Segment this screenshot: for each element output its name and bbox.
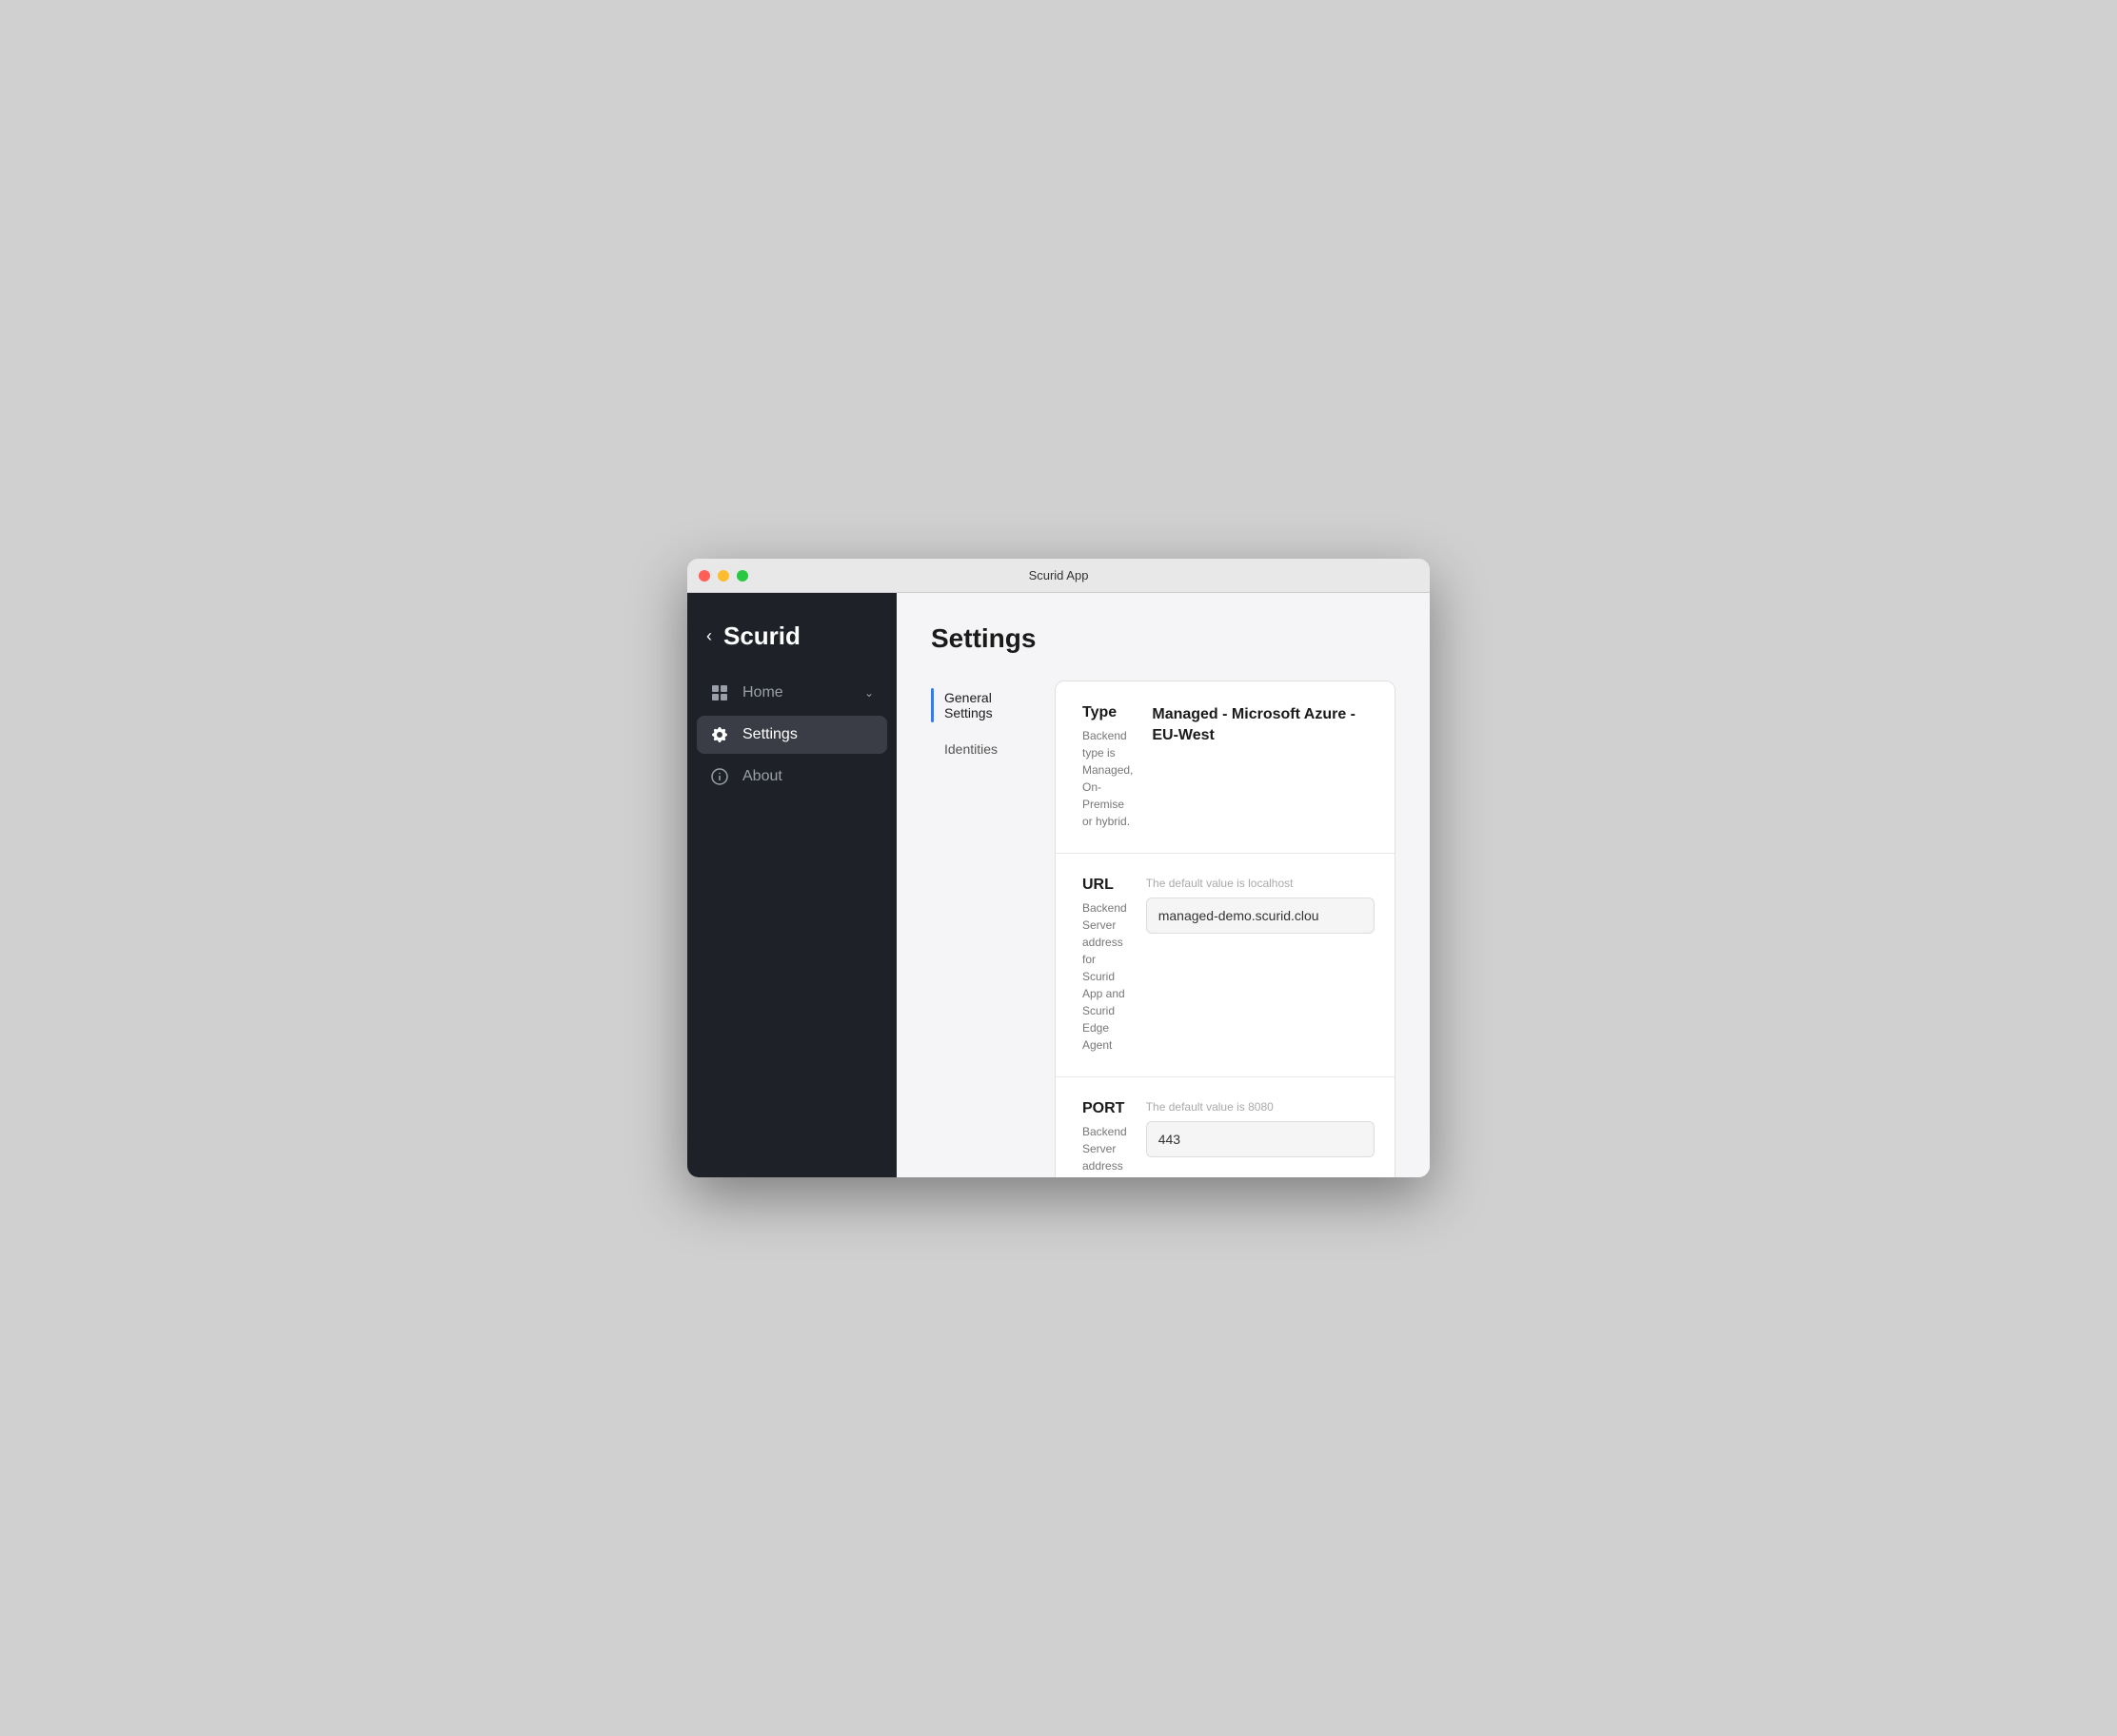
maximize-button[interactable] <box>737 570 748 582</box>
sidebar-item-home-label: Home <box>742 684 783 701</box>
page-title: Settings <box>931 623 1395 654</box>
sidebar-item-settings[interactable]: Settings <box>697 716 887 754</box>
window-title: Scurid App <box>1029 568 1089 582</box>
sidebar-item-home[interactable]: Home ⌄ <box>697 674 887 712</box>
url-label: URL <box>1082 877 1127 894</box>
back-button[interactable]: ‹ <box>706 626 712 646</box>
url-description: Backend Server address for Scurid App an… <box>1082 899 1127 1054</box>
sidebar: ‹ Scurid Hom <box>687 593 897 1177</box>
settings-row-url: URL Backend Server address for Scurid Ap… <box>1056 854 1395 1077</box>
chevron-down-icon: ⌄ <box>864 686 874 700</box>
settings-layout: General Settings Identities Type Backend… <box>931 681 1395 1177</box>
port-hint: The default value is 8080 <box>1146 1100 1375 1114</box>
main-layout: ‹ Scurid Hom <box>687 593 1430 1177</box>
grid-icon <box>710 683 729 702</box>
info-icon <box>710 767 729 786</box>
settings-panel: Type Backend type is Managed, On-Premise… <box>1055 681 1395 1177</box>
titlebar: Scurid App <box>687 559 1430 593</box>
type-label: Type <box>1082 704 1133 721</box>
sidebar-item-about-label: About <box>742 768 782 785</box>
tab-identities[interactable]: Identities <box>931 732 1055 766</box>
url-input[interactable] <box>1146 898 1375 934</box>
sidebar-item-about[interactable]: About <box>697 758 887 796</box>
settings-row-port: PORT Backend Server address for Scurid A… <box>1056 1077 1395 1177</box>
traffic-lights <box>699 570 748 582</box>
port-description: Backend Server address for Scurid App an… <box>1082 1123 1127 1177</box>
gear-icon <box>710 725 729 744</box>
type-value: Managed - Microsoft Azure - EU-West <box>1152 704 1380 747</box>
port-input[interactable] <box>1146 1121 1375 1157</box>
sidebar-nav: Home ⌄ Settings <box>687 674 897 796</box>
port-label: PORT <box>1082 1100 1127 1117</box>
tab-general-settings[interactable]: General Settings <box>931 681 1055 730</box>
minimize-button[interactable] <box>718 570 729 582</box>
settings-row-type: Type Backend type is Managed, On-Premise… <box>1056 681 1395 854</box>
app-window: Scurid App ‹ Scurid <box>687 559 1430 1177</box>
sidebar-item-settings-label: Settings <box>742 726 798 743</box>
type-description: Backend type is Managed, On-Premise or h… <box>1082 727 1133 830</box>
sidebar-header: ‹ Scurid <box>687 612 897 674</box>
settings-tabs: General Settings Identities <box>931 681 1055 1177</box>
close-button[interactable] <box>699 570 710 582</box>
sidebar-logo: Scurid <box>723 621 801 651</box>
url-hint: The default value is localhost <box>1146 877 1375 890</box>
content-area: Settings General Settings Identities <box>897 593 1430 1177</box>
